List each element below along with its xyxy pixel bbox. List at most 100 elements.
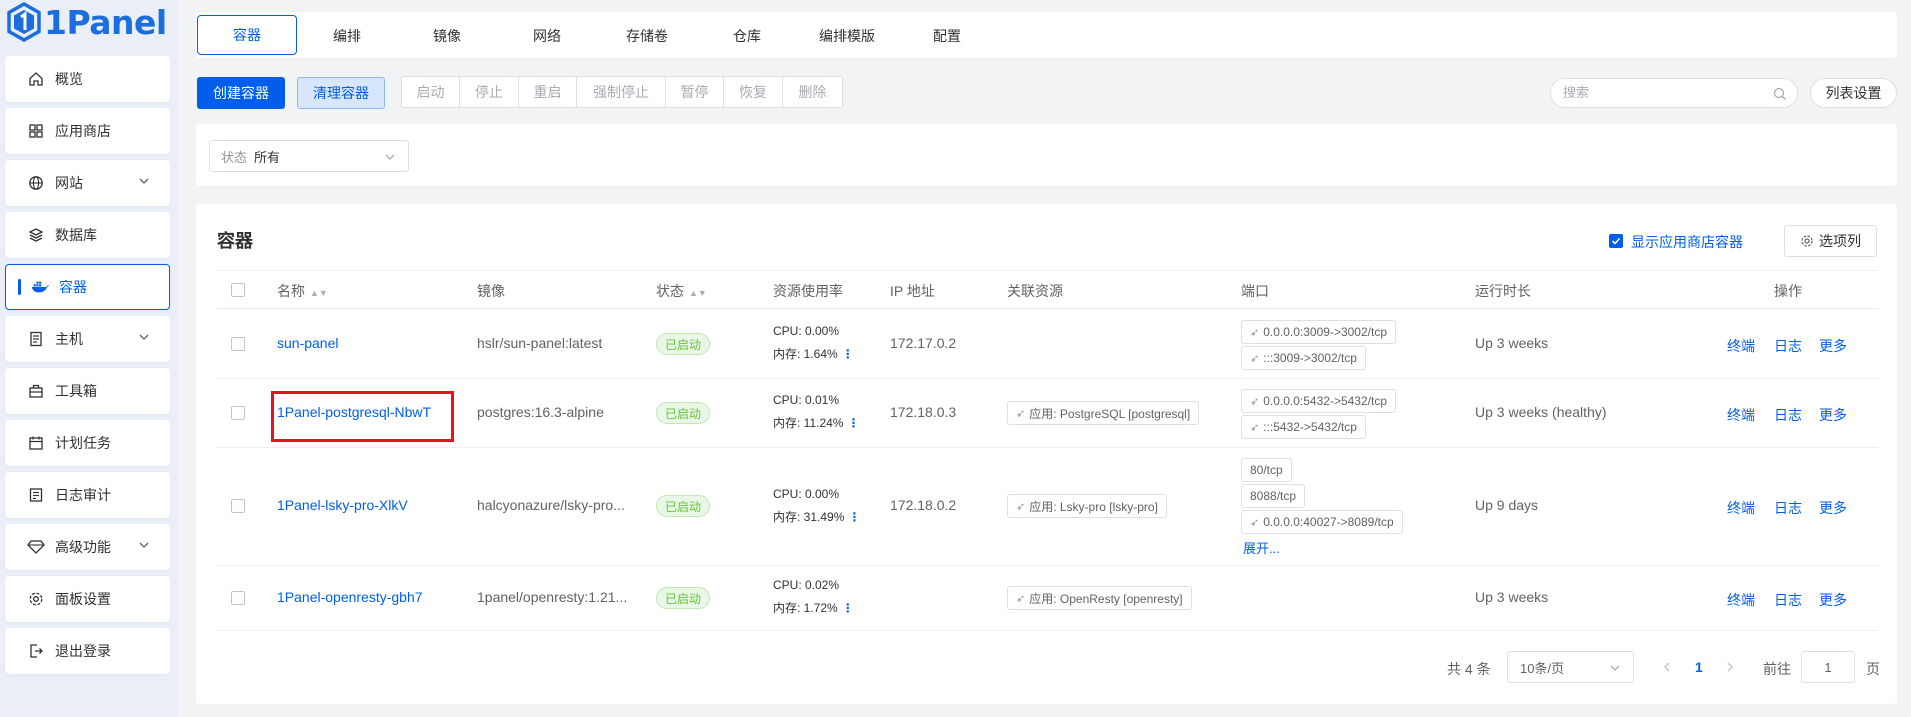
status-badge: 已启动 [656, 333, 711, 355]
next-page-icon[interactable] [1724, 661, 1736, 673]
force-stop-button[interactable]: 强制停止 [577, 77, 666, 107]
start-button[interactable]: 启动 [402, 77, 460, 107]
tab-compose-template[interactable]: 编排模版 [797, 16, 897, 56]
tab-repo[interactable]: 仓库 [697, 16, 797, 56]
uptime: Up 3 weeks [1475, 335, 1549, 351]
container-image: 1panel/openresty:1.21... [477, 589, 628, 605]
list-settings-button[interactable]: 列表设置 [1810, 78, 1897, 108]
sidebar-item-container[interactable]: 容器 [5, 264, 170, 310]
row-checkbox[interactable] [231, 406, 245, 420]
sort-icon[interactable]: ▲▼ [689, 288, 707, 298]
sort-icon[interactable]: ▲▼ [310, 288, 328, 298]
port-tag[interactable]: 80/tcp [1241, 458, 1292, 482]
log-link[interactable]: 日志 [1774, 405, 1802, 425]
container-name-link[interactable]: sun-panel [277, 335, 339, 351]
chevron-down-icon [385, 154, 395, 160]
more-vertical-icon[interactable]: ⋮ [847, 416, 859, 430]
tab-image[interactable]: 镜像 [397, 16, 497, 56]
gear-icon [27, 590, 45, 608]
navigation-icon: ➶ [1250, 516, 1260, 529]
header-status[interactable]: 状态 ▲▼ [656, 281, 707, 301]
terminal-link[interactable]: 终端 [1727, 498, 1755, 518]
page-size-select[interactable]: 10条/页 [1507, 651, 1634, 683]
show-app-store-checkbox[interactable] [1609, 234, 1623, 248]
sidebar-item-settings[interactable]: 面板设置 [5, 576, 170, 622]
port-tag[interactable]: ➶ 0.0.0.0:40027->8089/tcp [1241, 510, 1403, 534]
select-all-checkbox[interactable] [231, 283, 245, 297]
tab-compose[interactable]: 编排 [297, 16, 397, 56]
related-resource-label: 应用: Lsky-pro [lsky-pro] [1029, 499, 1158, 514]
port-tag[interactable]: ➶ 0.0.0.0:3009->3002/tcp [1241, 320, 1396, 344]
chevron-down-icon [1610, 665, 1620, 671]
more-vertical-icon[interactable]: ⋮ [848, 510, 860, 524]
sidebar-item-app-store[interactable]: 应用商店 [5, 108, 170, 154]
more-link[interactable]: 更多 [1819, 405, 1847, 425]
more-link[interactable]: 更多 [1819, 498, 1847, 518]
stop-button[interactable]: 停止 [460, 77, 519, 107]
mem-usage-line: 内存: 31.49% ⋮ [773, 506, 860, 529]
more-link[interactable]: 更多 [1819, 336, 1847, 356]
sidebar-item-overview[interactable]: 概览 [5, 56, 170, 102]
port-tag[interactable]: ➶:::5432->5432/tcp [1241, 415, 1366, 439]
related-resource-label: 应用: PostgreSQL [postgresql] [1029, 406, 1191, 421]
sidebar-item-toolbox[interactable]: 工具箱 [5, 368, 170, 414]
related-resource-tag[interactable]: ➶ 应用: OpenResty [openresty] [1007, 586, 1192, 610]
goto-page-input[interactable]: 1 [1801, 651, 1855, 683]
container-name-link[interactable]: 1Panel-lsky-pro-XlkV [277, 497, 408, 513]
container-image: postgres:16.3-alpine [477, 404, 604, 420]
tab-config[interactable]: 配置 [897, 16, 997, 56]
log-link[interactable]: 日志 [1774, 498, 1802, 518]
tab-volume[interactable]: 存储卷 [597, 16, 697, 56]
tab-container[interactable]: 容器 [197, 15, 297, 55]
navigation-icon: ➶ [1016, 500, 1026, 513]
status-filter-select[interactable]: 状态 所有 [209, 140, 409, 172]
show-app-store-label[interactable]: 显示应用商店容器 [1631, 232, 1743, 252]
restart-button[interactable]: 重启 [519, 77, 577, 107]
tab-network[interactable]: 网络 [497, 16, 597, 56]
related-resource-tag[interactable]: ➶ 应用: PostgreSQL [postgresql] [1007, 401, 1200, 425]
delete-button[interactable]: 删除 [783, 77, 842, 107]
row-checkbox[interactable] [231, 499, 245, 513]
sidebar-item-website[interactable]: 网站 [5, 160, 170, 206]
sidebar-item-database[interactable]: 数据库 [5, 212, 170, 258]
port-tag[interactable]: 8088/tcp [1241, 484, 1306, 508]
sidebar-item-cron[interactable]: 计划任务 [5, 420, 170, 466]
pause-button[interactable]: 暂停 [666, 77, 724, 107]
prev-page-icon[interactable] [1661, 661, 1673, 673]
terminal-link[interactable]: 终端 [1727, 336, 1755, 356]
goto-page-value: 1 [1824, 659, 1832, 675]
search-input[interactable] [1563, 85, 1763, 100]
more-vertical-icon[interactable]: ⋮ [842, 601, 854, 615]
create-container-button[interactable]: 创建容器 [197, 77, 285, 109]
more-vertical-icon[interactable]: ⋮ [842, 347, 854, 361]
resume-button[interactable]: 恢复 [724, 77, 783, 107]
terminal-link[interactable]: 终端 [1727, 405, 1755, 425]
terminal-link[interactable]: 终端 [1727, 590, 1755, 610]
column-options-button[interactable]: 选项列 [1784, 225, 1877, 257]
port-tag[interactable]: ➶ 0.0.0.0:5432->5432/tcp [1241, 389, 1396, 413]
sidebar-item-logout[interactable]: 退出登录 [5, 628, 170, 674]
sidebar-item-advanced[interactable]: 高级功能 [5, 524, 170, 570]
sidebar-item-log-audit[interactable]: 日志审计 [5, 472, 170, 518]
row-checkbox[interactable] [231, 337, 245, 351]
navigation-icon: ➶ [1016, 407, 1026, 420]
log-link[interactable]: 日志 [1774, 336, 1802, 356]
container-name-link[interactable]: 1Panel-openresty-gbh7 [277, 589, 423, 605]
server-icon [27, 330, 45, 348]
header-name[interactable]: 名称 ▲▼ [277, 281, 328, 301]
row-checkbox[interactable] [231, 591, 245, 605]
mem-usage: 内存: 1.72% [773, 601, 838, 615]
log-link[interactable]: 日志 [1774, 590, 1802, 610]
resource-usage: CPU: 0.02% 内存: 1.72% ⋮ [773, 574, 854, 620]
port-tag[interactable]: ➶:::3009->3002/tcp [1241, 346, 1366, 370]
sidebar-item-label: 计划任务 [55, 435, 111, 451]
page-number-current[interactable]: 1 [1695, 659, 1703, 675]
clean-container-button[interactable]: 清理容器 [297, 77, 385, 109]
pagination-total: 共 4 条 [1447, 661, 1491, 677]
related-resource-tag[interactable]: ➶ 应用: Lsky-pro [lsky-pro] [1007, 494, 1167, 518]
logo[interactable]: 1Panel [6, 0, 167, 44]
more-link[interactable]: 更多 [1819, 590, 1847, 610]
expand-ports-link[interactable]: 展开... [1243, 538, 1280, 557]
search-icon[interactable] [1773, 87, 1787, 101]
sidebar-item-host[interactable]: 主机 [5, 316, 170, 362]
